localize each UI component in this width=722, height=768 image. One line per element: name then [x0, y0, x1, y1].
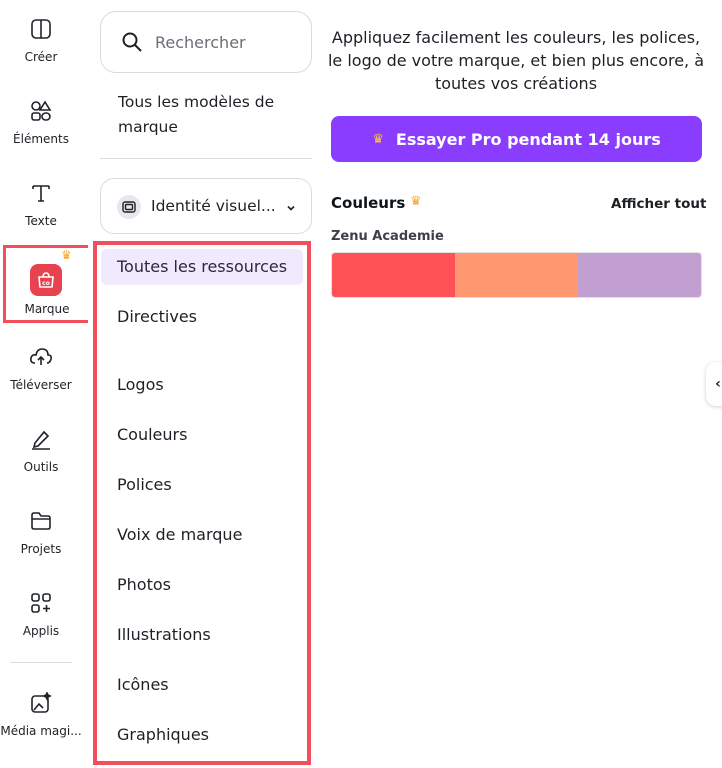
brand-kit-label: Identité visuel... — [151, 197, 276, 215]
panel-divider — [100, 158, 312, 159]
brand-panel: Rechercher Tous les modèles de marque Id… — [88, 0, 326, 768]
resource-all[interactable]: Toutes les ressources — [101, 249, 303, 285]
rail-label: Créer — [24, 50, 58, 64]
magic-media-icon — [26, 688, 56, 718]
rail-label: Texte — [25, 214, 57, 228]
rail-item-apps[interactable]: Applis — [0, 574, 82, 644]
rail-item-text[interactable]: Texte — [0, 164, 82, 234]
color-swatch[interactable] — [455, 253, 578, 297]
resource-illustrations[interactable]: Illustrations — [101, 617, 303, 653]
brand-kit-name: Zenu Academie — [331, 229, 444, 244]
resource-guidelines[interactable]: Directives — [101, 299, 303, 335]
resource-graphics[interactable]: Graphiques — [101, 717, 303, 753]
rail-label: Téléverser — [10, 378, 72, 392]
brand-content: Appliquez facilement les couleurs, les p… — [326, 0, 722, 768]
resource-colors[interactable]: Couleurs — [101, 417, 303, 453]
all-brand-templates-link[interactable]: Tous les modèles de marque — [118, 90, 308, 140]
resource-logos[interactable]: Logos — [101, 367, 303, 403]
side-rail: Créer Éléments Texte ♛ co Marque Téléver… — [0, 0, 91, 768]
svg-text:co: co — [42, 280, 50, 287]
brand-kit-icon — [117, 195, 141, 219]
rail-divider — [10, 662, 72, 663]
try-pro-label: Essayer Pro pendant 14 jours — [395, 129, 661, 149]
try-pro-button[interactable]: ♛ Essayer Pro pendant 14 jours — [331, 116, 702, 162]
brand-icon: co — [30, 264, 62, 296]
apps-icon — [26, 588, 56, 618]
resource-brand-voice[interactable]: Voix de marque — [101, 517, 303, 553]
rail-label: Média magi... — [0, 724, 82, 738]
search-icon — [121, 31, 143, 57]
resource-icons[interactable]: Icônes — [101, 667, 303, 703]
rail-item-create[interactable]: Créer — [0, 0, 82, 70]
rail-item-magic-media[interactable]: Média magi... — [0, 674, 82, 744]
pen-tool-icon — [26, 424, 56, 454]
resource-fonts[interactable]: Polices — [101, 467, 303, 503]
chevron-left-icon: ‹ — [715, 376, 721, 392]
search-placeholder: Rechercher — [155, 33, 246, 52]
rail-label: Projets — [20, 542, 62, 556]
color-swatch[interactable] — [578, 253, 701, 297]
crown-icon: ♛ — [410, 194, 422, 209]
text-icon — [26, 178, 56, 208]
color-swatch[interactable] — [332, 253, 455, 297]
chevron-down-icon — [285, 199, 297, 218]
folder-icon — [26, 506, 56, 536]
rail-label: Éléments — [13, 132, 69, 146]
rail-item-brand[interactable]: ♛ co Marque — [3, 245, 91, 323]
intro-text: Appliquez facilement les couleurs, les p… — [327, 28, 705, 93]
rail-label: Outils — [23, 460, 59, 474]
rail-item-projects[interactable]: Projets — [0, 492, 82, 562]
elements-icon — [26, 96, 56, 126]
color-palette — [331, 252, 702, 298]
rail-label: Marque — [24, 302, 70, 316]
show-all-link[interactable]: Afficher tout — [611, 196, 706, 212]
crown-icon: ♛ — [61, 248, 72, 262]
collapse-panel-button[interactable]: ‹ — [706, 362, 722, 406]
upload-cloud-icon — [26, 342, 56, 372]
resource-photos[interactable]: Photos — [101, 567, 303, 603]
rail-item-upload[interactable]: Téléverser — [0, 328, 82, 398]
rail-label: Applis — [22, 624, 60, 638]
search-input[interactable]: Rechercher — [100, 11, 312, 73]
resources-list: Toutes les ressources Directives Logos C… — [93, 241, 311, 765]
rail-item-elements[interactable]: Éléments — [0, 82, 82, 152]
brand-kit-dropdown[interactable]: Identité visuel... — [100, 178, 312, 234]
crown-icon: ♛ — [372, 131, 384, 147]
colors-heading: Couleurs — [331, 194, 406, 212]
create-icon — [26, 14, 56, 44]
rail-item-tools[interactable]: Outils — [0, 410, 82, 480]
